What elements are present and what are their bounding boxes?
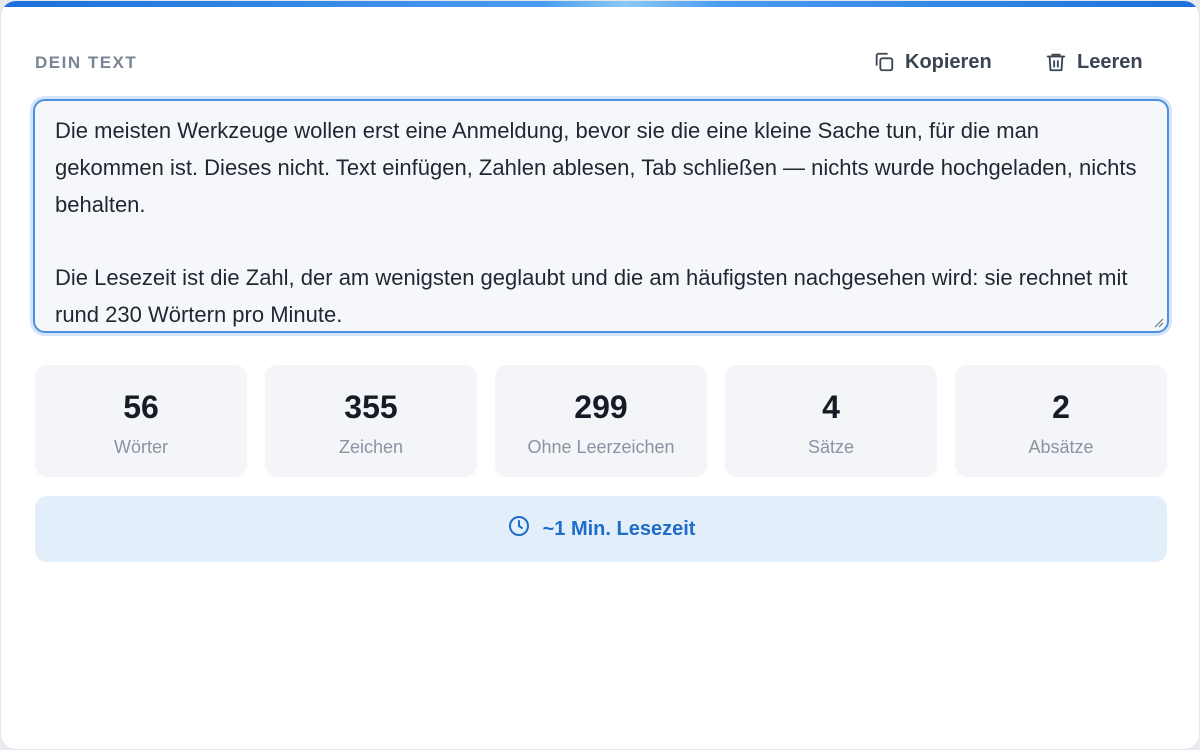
section-label: DEIN TEXT (35, 53, 138, 72)
resize-handle-icon[interactable] (1152, 316, 1164, 328)
stat-value: 4 (822, 389, 840, 425)
stat-sentences: 4 Sätze (725, 365, 937, 477)
stat-words: 56 Wörter (35, 365, 247, 477)
stat-value: 299 (574, 389, 628, 425)
reading-time-banner: ~1 Min. Lesezeit (35, 496, 1167, 562)
clock-icon (507, 514, 531, 544)
stat-characters: 355 Zeichen (265, 365, 477, 477)
stat-label: Sätze (807, 437, 855, 457)
stat-label: Zeichen (338, 437, 404, 457)
copy-button-label: Kopieren (905, 50, 992, 73)
stat-label: Ohne Leerzeichen (527, 437, 675, 457)
copy-icon (873, 51, 895, 73)
copy-button[interactable]: Kopieren (873, 47, 992, 77)
stat-label: Wörter (114, 437, 168, 457)
trash-icon (1045, 51, 1067, 73)
stat-characters-no-spaces: 299 Ohne Leerzeichen (495, 365, 707, 477)
clear-button-label: Leeren (1077, 50, 1143, 73)
text-input-content[interactable]: Die meisten Werkzeuge wollen erst eine A… (55, 113, 1145, 327)
editor-header: DEIN TEXT Kopieren Leeren (35, 47, 1167, 77)
stat-paragraphs: 2 Absätze (955, 365, 1167, 477)
top-accent-bar (1, 1, 1199, 7)
clear-button[interactable]: Leeren (1045, 47, 1143, 77)
counter-card: DEIN TEXT Kopieren Leeren Die meisten We… (0, 0, 1200, 750)
stat-value: 355 (344, 389, 398, 425)
stat-value: 2 (1052, 389, 1070, 425)
reading-time-label: ~1 Min. Lesezeit (542, 517, 696, 540)
stat-value: 56 (123, 389, 159, 425)
text-input-area[interactable]: Die meisten Werkzeuge wollen erst eine A… (33, 99, 1169, 333)
stats-row: 56 Wörter 355 Zeichen 299 Ohne Leerzeich… (35, 365, 1167, 477)
stat-label: Absätze (1028, 437, 1094, 457)
